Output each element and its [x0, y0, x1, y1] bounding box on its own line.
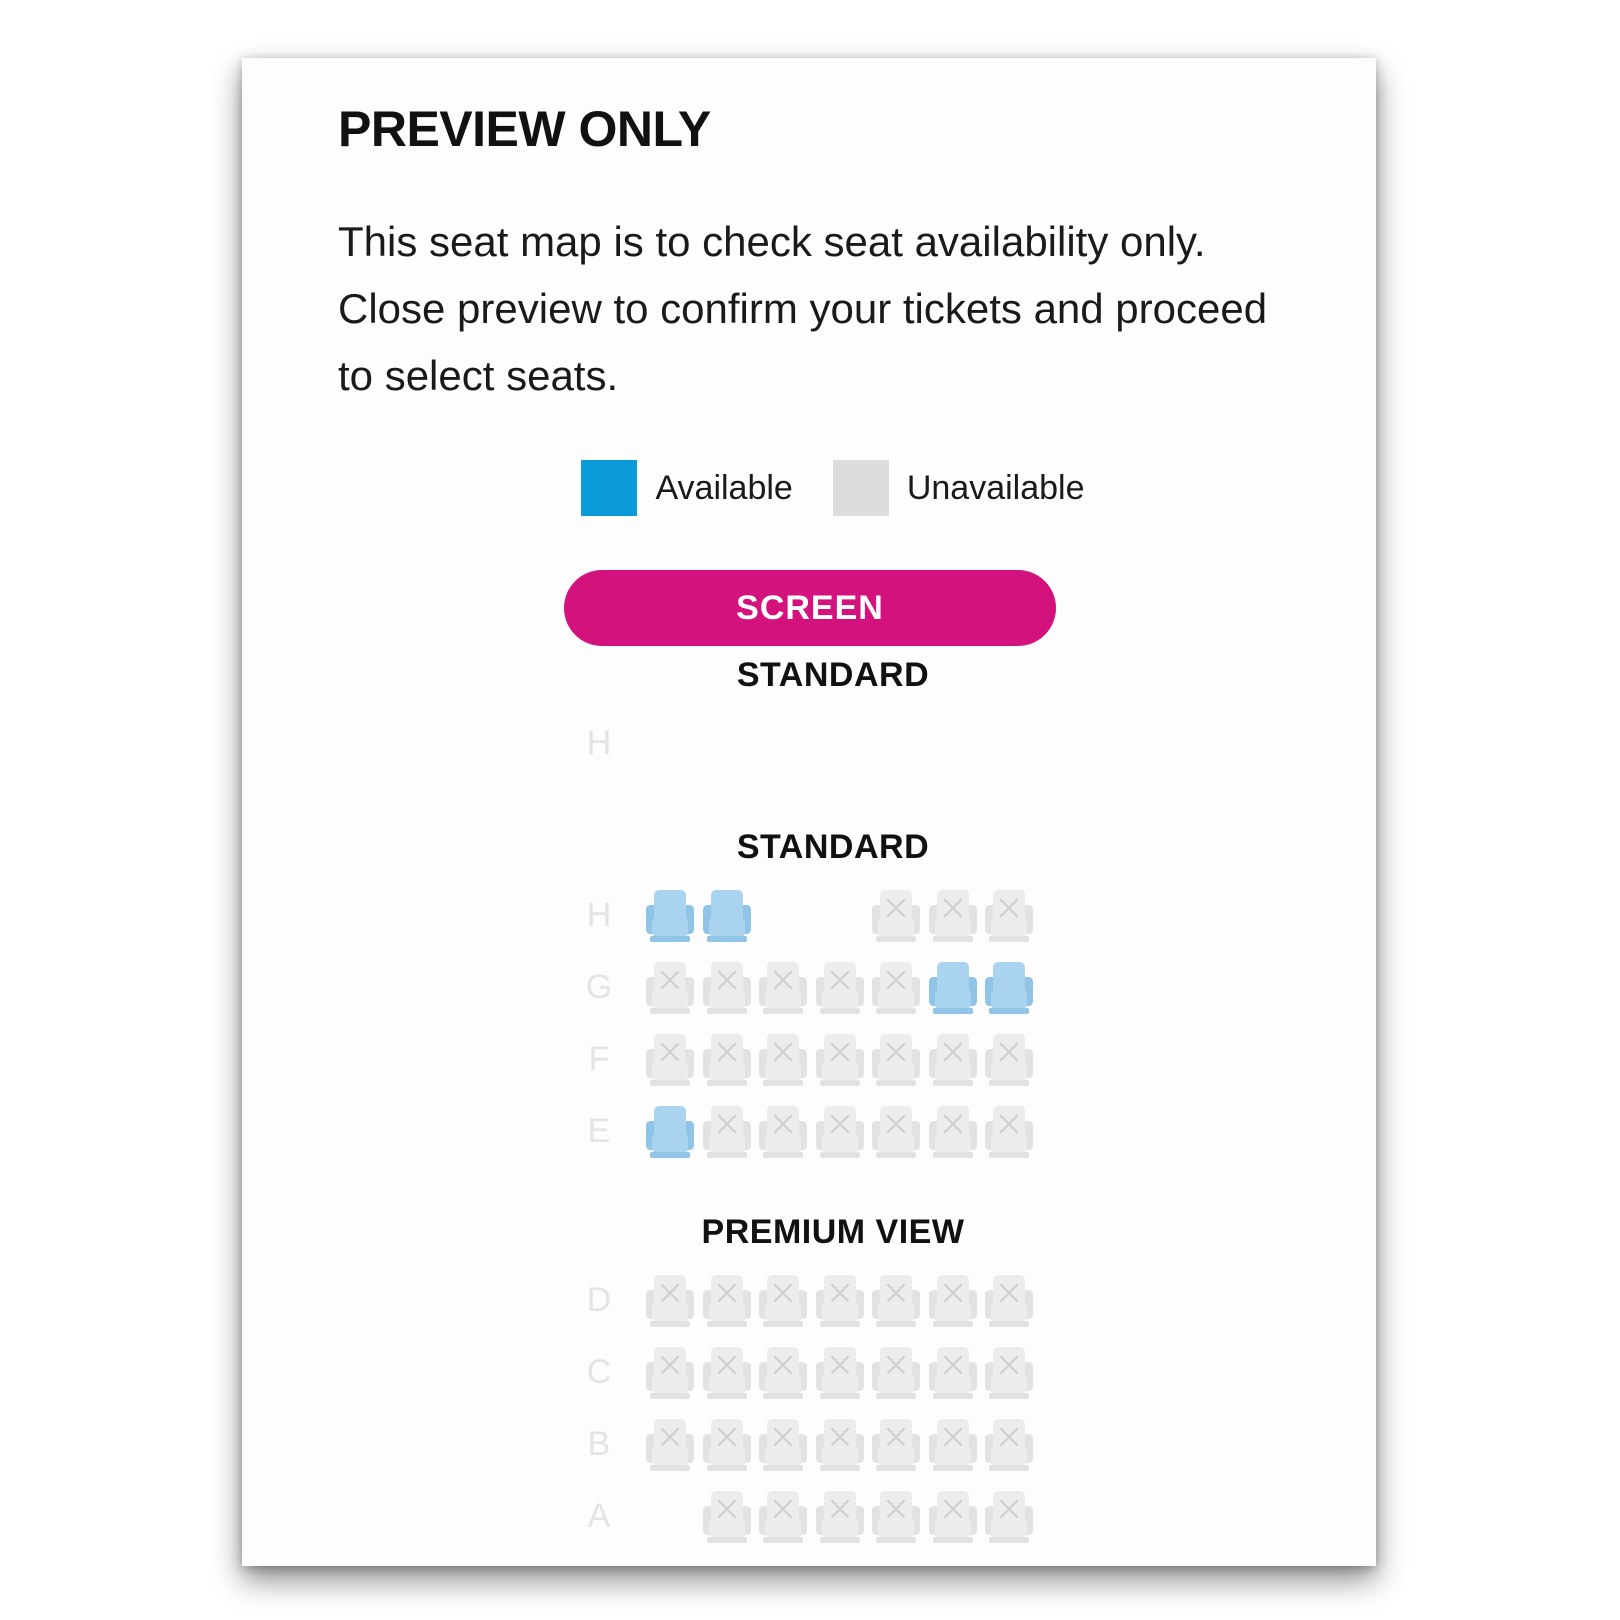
row-label: A: [587, 1497, 611, 1535]
section-label: STANDARD: [736, 656, 930, 694]
unavailable-seat-icon: [983, 1489, 1035, 1545]
unavailable-seat-icon: [757, 1104, 809, 1160]
unavailable-seat-icon: [983, 1032, 1035, 1088]
unavailable-seat-icon: [757, 960, 809, 1016]
seat-row-e: E: [582, 1104, 1042, 1162]
row-label: H: [586, 724, 612, 762]
unavailable-seat-icon: [701, 960, 753, 1016]
seat-row-c: C: [582, 1345, 1042, 1403]
unavailable-seat-icon: [870, 1417, 922, 1473]
seat-row-h: H: [582, 716, 1042, 774]
row-label: C: [586, 1353, 612, 1391]
unavailable-seat-icon: [870, 1273, 922, 1329]
unavailable-seat-icon: [983, 1273, 1035, 1329]
unavailable-seat-icon: [927, 1273, 979, 1329]
seat-row-d: D: [582, 1273, 1042, 1331]
unavailable-seat-icon: [927, 1032, 979, 1088]
unavailable-seat-icon: [927, 1489, 979, 1545]
section-label: PREMIUM VIEW: [701, 1213, 965, 1251]
unavailable-seat-icon: [870, 1345, 922, 1401]
unavailable-seat-icon: [927, 1104, 979, 1160]
section-label: STANDARD: [736, 828, 930, 866]
page-background: PREVIEW ONLY This seat map is to check s…: [0, 0, 1620, 1620]
row-label: D: [586, 1281, 612, 1319]
unavailable-seat-icon: [644, 1273, 696, 1329]
unavailable-seat-icon: [757, 1345, 809, 1401]
modal-description: This seat map is to check seat availabil…: [338, 218, 1268, 399]
available-seat-icon[interactable]: [644, 1104, 696, 1160]
screen-indicator: SCREEN: [564, 570, 1056, 646]
unavailable-seat-icon: [814, 1345, 866, 1401]
unavailable-seat-icon: [644, 1345, 696, 1401]
available-swatch: [581, 460, 638, 516]
unavailable-seat-icon: [927, 1417, 979, 1473]
unavailable-seat-icon: [983, 1345, 1035, 1401]
unavailable-seat-icon: [927, 1345, 979, 1401]
row-label: H: [586, 896, 612, 934]
unavailable-seat-icon: [757, 1273, 809, 1329]
unavailable-seat-icon: [644, 1417, 696, 1473]
unavailable-seat-icon: [701, 1345, 753, 1401]
seat-row-h: H: [582, 888, 1042, 946]
available-seat-icon[interactable]: [927, 960, 979, 1016]
row-label: B: [587, 1425, 611, 1463]
unavailable-seat-icon: [870, 1489, 922, 1545]
available-seat-icon[interactable]: [983, 960, 1035, 1016]
modal-title: PREVIEW ONLY: [338, 101, 711, 157]
unavailable-seat-icon: [870, 888, 922, 944]
unavailable-seat-icon: [870, 1104, 922, 1160]
seat-row-g: G: [582, 960, 1042, 1018]
unavailable-seat-icon: [757, 1489, 809, 1545]
seat-row-b: B: [582, 1417, 1042, 1475]
legend-unavailable: Unavailable: [832, 460, 1085, 516]
unavailable-seat-icon: [814, 1104, 866, 1160]
unavailable-seat-icon: [814, 960, 866, 1016]
available-seat-icon[interactable]: [701, 888, 753, 944]
unavailable-seat-icon: [757, 1417, 809, 1473]
unavailable-seat-icon: [701, 1104, 753, 1160]
unavailable-seat-icon: [701, 1417, 753, 1473]
row-label: F: [588, 1040, 610, 1078]
unavailable-seat-icon: [814, 1032, 866, 1088]
legend-unavailable-label: Unavailable: [906, 468, 1085, 507]
seat-legend: Available Unavailable: [242, 460, 1376, 516]
preview-modal: PREVIEW ONLY This seat map is to check s…: [242, 58, 1376, 1566]
unavailable-seat-icon: [814, 1273, 866, 1329]
unavailable-seat-icon: [701, 1489, 753, 1545]
legend-available-label: Available: [655, 468, 793, 507]
seat-row-a: A: [582, 1489, 1042, 1547]
available-seat-icon[interactable]: [644, 888, 696, 944]
unavailable-seat-icon: [927, 888, 979, 944]
unavailable-seat-icon: [870, 960, 922, 1016]
unavailable-seat-icon: [814, 1417, 866, 1473]
unavailable-seat-icon: [701, 1032, 753, 1088]
unavailable-seat-icon: [644, 960, 696, 1016]
unavailable-seat-icon: [701, 1273, 753, 1329]
unavailable-seat-icon: [983, 1417, 1035, 1473]
unavailable-seat-icon: [644, 1032, 696, 1088]
seat-row-f: F: [582, 1032, 1042, 1090]
unavailable-seat-icon: [757, 1032, 809, 1088]
unavailable-swatch: [832, 460, 889, 516]
row-label: G: [585, 968, 613, 1006]
legend-available: Available: [581, 460, 793, 516]
unavailable-seat-icon: [870, 1032, 922, 1088]
unavailable-seat-icon: [983, 1104, 1035, 1160]
unavailable-seat-icon: [814, 1489, 866, 1545]
unavailable-seat-icon: [983, 888, 1035, 944]
row-label: E: [587, 1112, 611, 1150]
